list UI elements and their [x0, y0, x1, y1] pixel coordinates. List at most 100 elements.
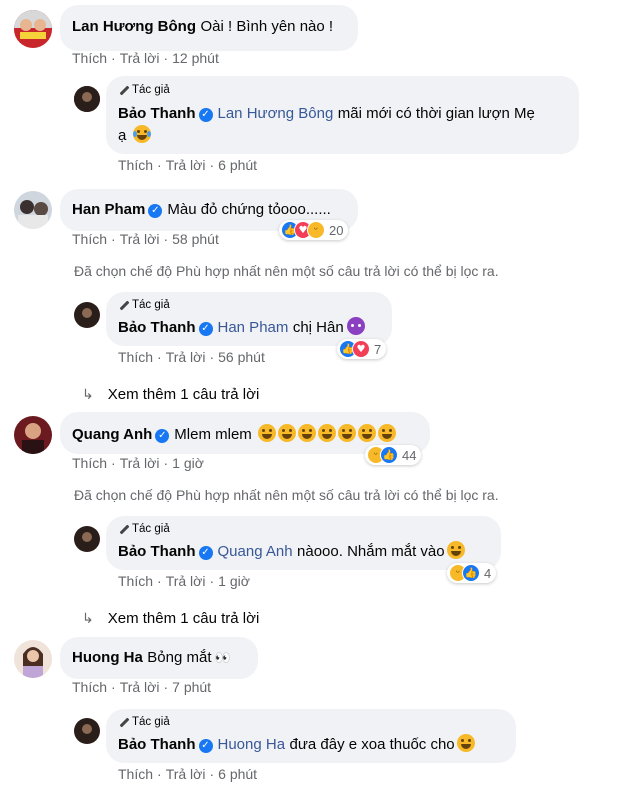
laughing-emoji-icon: [456, 734, 475, 752]
reply-link[interactable]: Trả lời: [166, 157, 206, 173]
mention-link[interactable]: Lan Hương Bông: [218, 105, 334, 122]
commenter-name[interactable]: Bảo Thanh: [118, 736, 196, 753]
eyes-emoji-icon: 👀: [214, 651, 231, 666]
comment-text: Oài ! Bình yên nào !: [200, 18, 334, 35]
comment-actions: Thích · Trả lời · 58 phút: [72, 231, 219, 247]
like-link[interactable]: Thích: [72, 455, 107, 471]
verified-icon: ✓: [198, 322, 213, 336]
reply-text: đưa đây e xoa thuốc cho: [289, 736, 455, 753]
timestamp[interactable]: 6 phút: [218, 157, 257, 173]
avatar[interactable]: [14, 10, 52, 48]
author-badge: Tác giả: [118, 716, 504, 728]
avatar[interactable]: [14, 416, 52, 454]
reply-text: mãi mới có thời gian lượn Mẹ: [337, 105, 535, 122]
laughing-emoji-icon: [338, 424, 357, 442]
author-badge: Tác giả: [118, 523, 489, 535]
like-link[interactable]: Thích: [118, 766, 153, 782]
timestamp[interactable]: 1 giờ: [218, 573, 250, 589]
avatar[interactable]: [74, 526, 100, 552]
pen-icon: [118, 717, 128, 727]
reply-link[interactable]: Trả lời: [120, 455, 160, 471]
commenter-name[interactable]: Han Pham: [72, 201, 145, 218]
verified-icon: ✓: [148, 204, 163, 218]
like-reaction-icon: 👍: [462, 564, 480, 582]
reaction-summary[interactable]: 👍 ♥ 7: [337, 339, 387, 359]
commenter-name[interactable]: Bảo Thanh: [118, 105, 196, 122]
laughing-emoji-icon: [258, 424, 277, 442]
reply-bubble: Tác giả Bảo Thanh ✓ Huong Ha đưa đây e xoa…: [106, 709, 516, 763]
reply-actions: Thích · Trả lời · 56 phút: [118, 349, 265, 365]
laughing-emoji-icon: [446, 541, 465, 559]
mention-link[interactable]: Han Pham: [218, 319, 289, 336]
timestamp[interactable]: 56 phút: [218, 349, 265, 365]
pen-icon: [118, 300, 128, 310]
mention-link[interactable]: Huong Ha: [218, 736, 286, 753]
devil-emoji-icon: [346, 317, 365, 335]
timestamp[interactable]: 7 phút: [172, 679, 211, 695]
commenter-name[interactable]: Huong Ha: [72, 649, 143, 666]
reply-bubble: Tác giả Bảo Thanh ✓ Lan Hương Bông mãi mới…: [106, 76, 579, 154]
comment-actions: Thích · Trả lời · 7 phút: [72, 679, 212, 695]
commenter-name[interactable]: Quang Anh: [72, 426, 152, 443]
commenter-name[interactable]: Bảo Thanh: [118, 543, 196, 560]
like-link[interactable]: Thích: [118, 157, 153, 173]
timestamp[interactable]: 6 phút: [218, 766, 257, 782]
reaction-count: 20: [329, 222, 344, 238]
author-badge: Tác giả: [118, 299, 380, 311]
see-more-replies[interactable]: ↳ Xem thêm 1 câu trả lời: [82, 386, 259, 403]
reply-actions: Thích · Trả lời · 6 phút: [118, 157, 258, 173]
reply-link[interactable]: Trả lời: [166, 766, 206, 782]
see-more-replies[interactable]: ↳ Xem thêm 1 câu trả lời: [82, 610, 259, 627]
like-link[interactable]: Thích: [72, 679, 107, 695]
reply-link[interactable]: Trả lời: [166, 349, 206, 365]
laughing-emoji-icon: [358, 424, 377, 442]
mention-link[interactable]: Quang Anh: [218, 543, 293, 560]
timestamp[interactable]: 58 phút: [172, 231, 219, 247]
avatar[interactable]: [74, 302, 100, 328]
verified-icon: ✓: [155, 429, 170, 443]
reply-text: nàooo. Nhắm mắt vào: [297, 543, 445, 560]
reply-link[interactable]: Trả lời: [166, 573, 206, 589]
avatar[interactable]: [74, 86, 100, 112]
reply-actions: Thích · Trả lời · 1 giờ: [118, 573, 250, 589]
reply-text: chị Hân: [292, 319, 344, 336]
reaction-summary[interactable]: ᵕ 👍 44: [365, 445, 422, 465]
avatar[interactable]: [14, 640, 52, 678]
laughing-emoji-icon: [278, 424, 297, 442]
comment-bubble: Huong Ha Bỏng mắt 👀: [60, 637, 258, 679]
like-link[interactable]: Thích: [72, 231, 107, 247]
timestamp[interactable]: 12 phút: [172, 50, 219, 66]
comment-text: Mlem mlem: [174, 426, 252, 443]
verified-icon: ✓: [198, 108, 213, 122]
like-link[interactable]: Thích: [118, 349, 153, 365]
haha-reaction-icon: ᵕ: [307, 221, 325, 239]
laughing-emoji-icon: [298, 424, 317, 442]
pen-icon: [118, 85, 128, 95]
reaction-count: 7: [374, 341, 382, 357]
reply-bubble: Tác giả Bảo Thanh ✓ Han Pham chị Hân: [106, 292, 392, 346]
avatar[interactable]: [14, 191, 52, 229]
reaction-count: 4: [484, 565, 492, 581]
timestamp[interactable]: 1 giờ: [172, 455, 204, 471]
verified-icon: ✓: [198, 739, 213, 753]
like-link[interactable]: Thích: [118, 573, 153, 589]
reply-link[interactable]: Trả lời: [120, 231, 160, 247]
reply-arrow-icon: ↳: [82, 610, 94, 627]
like-link[interactable]: Thích: [72, 50, 107, 66]
filter-notice: Đã chọn chế độ Phù hợp nhất nên một số c…: [74, 487, 499, 503]
reply-link[interactable]: Trả lời: [120, 50, 160, 66]
reply-link[interactable]: Trả lời: [120, 679, 160, 695]
verified-icon: ✓: [198, 546, 213, 560]
laughing-emoji-icon: [378, 424, 397, 442]
love-reaction-icon: ♥: [352, 340, 370, 358]
reaction-count: 44: [402, 447, 417, 463]
reply-actions: Thích · Trả lời · 6 phút: [118, 766, 258, 782]
comment-bubble: Lan Hương Bông Oài ! Bình yên nào !: [60, 5, 358, 51]
commenter-name[interactable]: Lan Hương Bông: [72, 18, 196, 35]
reaction-summary[interactable]: 👍 ♥ ᵕ 20: [279, 220, 349, 240]
laughing-emoji-group: [256, 424, 397, 443]
avatar[interactable]: [74, 718, 100, 744]
laughing-emoji-icon: [318, 424, 337, 442]
commenter-name[interactable]: Bảo Thanh: [118, 319, 196, 336]
reaction-summary[interactable]: ᵕ 👍 4: [447, 563, 497, 583]
